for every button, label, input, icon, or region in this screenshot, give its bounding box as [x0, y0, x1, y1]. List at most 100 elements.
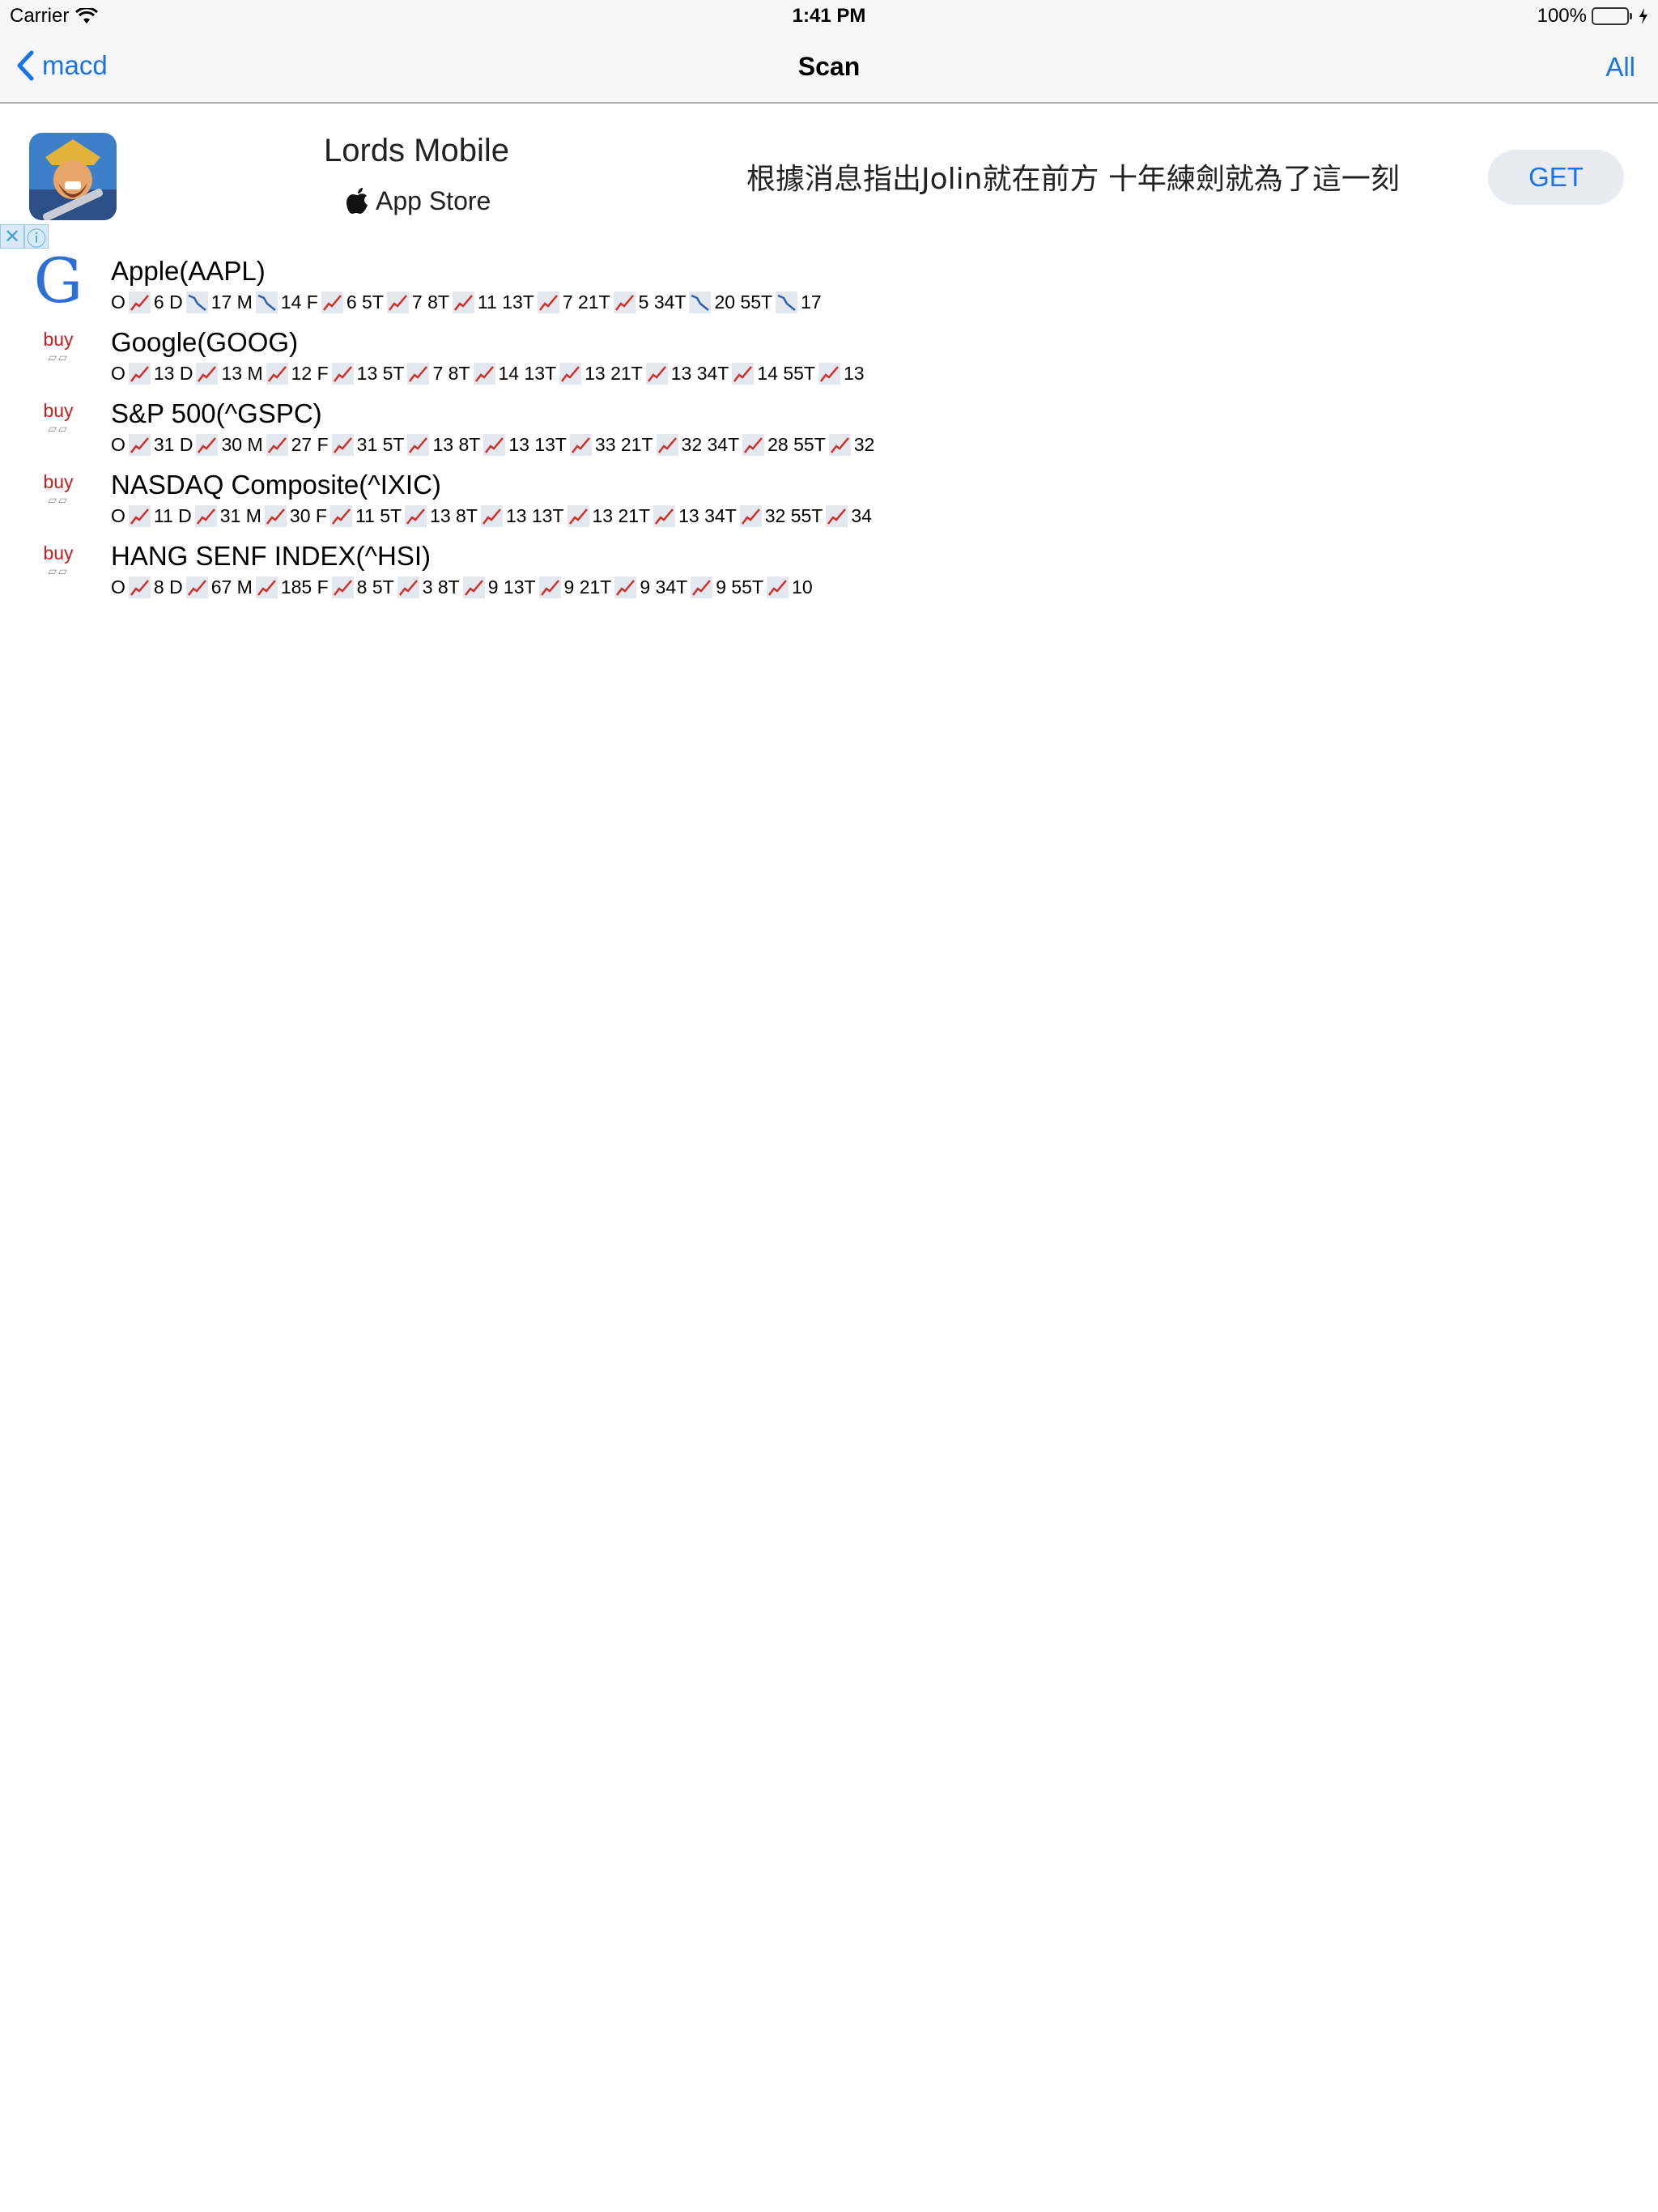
stat-token: O: [111, 576, 154, 598]
stat-label: 13 21T: [585, 363, 643, 384]
trend-up-icon: [559, 363, 582, 385]
status-bar: Carrier 1:41 PM 100%: [0, 0, 1658, 34]
trend-up-icon: [266, 363, 288, 385]
trend-up-icon: [128, 291, 151, 313]
trend-up-icon: [266, 434, 288, 456]
ticker-name: Google(GOOG): [111, 327, 299, 357]
trend-down-icon: [255, 291, 278, 313]
stat-label: 9 55T: [716, 576, 764, 598]
stat-label: O: [111, 434, 125, 455]
stat-token: 14 F: [281, 291, 346, 313]
stat-label: 13 M: [221, 363, 263, 384]
battery-percent: 100%: [1537, 5, 1587, 27]
stat-label: 13 34T: [670, 363, 729, 384]
trend-down-icon: [776, 291, 798, 313]
stat-token: 11 5T: [355, 505, 430, 527]
stat-token: 67 M: [211, 576, 281, 598]
ticker-stats: O 6 D 17 M 14 F 6 5T 7 8T 11 13T 7 21T 5 34T 20 5…: [111, 291, 822, 313]
signal-mini-icon: ▱▱: [48, 422, 69, 435]
trend-up-icon: [732, 363, 755, 385]
stat-token: 13 13T: [506, 505, 593, 527]
charging-icon: [1639, 8, 1647, 24]
trend-down-icon: [185, 291, 208, 313]
stat-token: 13 13T: [508, 434, 595, 456]
stat-label: 8 D: [153, 576, 183, 598]
trend-up-icon: [185, 576, 208, 598]
list-item[interactable]: buy ▱▱ Google(GOOG) O 13 D 13 M 12 F 13 5T 7 …: [0, 321, 1658, 392]
stat-token: 14 55T: [757, 363, 844, 385]
stat-label: O: [111, 505, 125, 526]
stat-token: 9 21T: [564, 576, 640, 598]
trend-up-icon: [645, 363, 668, 385]
stat-token: 7 8T: [432, 363, 498, 385]
trend-up-icon: [613, 291, 636, 313]
app-icon[interactable]: [29, 133, 117, 220]
battery-indicator: 100%: [1537, 5, 1648, 28]
trend-up-icon: [691, 576, 713, 598]
clock: 1:41 PM: [792, 5, 866, 27]
stat-token: 30 F: [290, 505, 355, 527]
list-item[interactable]: buy ▱▱ NASDAQ Composite(^IXIC) O 11 D 31 M…: [0, 463, 1658, 534]
list-item[interactable]: buy ▱▱ S&P 500(^GSPC) O 31 D 30 M 27 F 31 5T…: [0, 392, 1658, 463]
row-badge: buy ▱▱: [24, 468, 92, 507]
stat-label: 13 34T: [678, 505, 737, 526]
stat-label: 13 21T: [592, 505, 651, 526]
trend-up-icon: [331, 576, 354, 598]
list-item[interactable]: G Apple(AAPL) O6 D 17 M 14 F6 5T 7 8T 11 13T…: [0, 249, 1658, 321]
trend-up-icon: [264, 505, 287, 527]
list-item[interactable]: buy ▱▱ HANG SENF INDEX(^HSI) O 8 D 67 M 185…: [0, 534, 1658, 606]
trend-up-icon: [196, 434, 219, 456]
trend-up-icon: [405, 505, 427, 527]
ad-banner[interactable]: Lords Mobile App Store 根據消息指出Jolin就在前方 十…: [0, 105, 1658, 223]
stat-token: 8 D: [154, 576, 211, 598]
stat-label: 31 M: [219, 505, 261, 526]
stat-label: 28 55T: [767, 434, 826, 455]
stat-token: 10: [792, 576, 813, 598]
stat-token: O: [111, 363, 154, 385]
stat-label: 7 8T: [411, 291, 449, 313]
stat-token: 7 21T: [563, 291, 639, 313]
trend-up-icon: [321, 291, 343, 313]
signal-mini-icon: ▱▱: [48, 351, 69, 364]
stat-label: 185 F: [280, 576, 329, 598]
stat-token: 3 8T: [423, 576, 488, 598]
ticker-stats: O 13 D 13 M 12 F 13 5T 7 8T 14 13T 13 21T 13 34T…: [111, 363, 865, 385]
ticker-name: HANG SENF INDEX(^HSI): [111, 541, 432, 571]
stat-token: 13: [844, 363, 865, 385]
ad-store-text: App Store: [376, 186, 491, 215]
trend-up-icon: [537, 291, 559, 313]
trend-up-icon: [128, 576, 151, 598]
all-button[interactable]: All: [1605, 52, 1635, 83]
stat-token: 185 F: [281, 576, 357, 598]
row-badge: buy ▱▱: [24, 325, 92, 364]
ad-store-label: App Store: [346, 186, 491, 216]
stat-token: 11 13T: [478, 291, 563, 313]
trend-up-icon: [128, 363, 151, 385]
ticker-stats: O 31 D 30 M 27 F 31 5T 13 8T 13 13T 33 21T 32 34…: [111, 434, 874, 456]
trend-up-icon: [483, 434, 506, 456]
stat-label: 5 34T: [638, 291, 687, 313]
stat-label: 13 5T: [356, 363, 405, 384]
stat-label: 7 21T: [562, 291, 610, 313]
close-ad-icon[interactable]: ✕: [0, 224, 24, 249]
trend-up-icon: [386, 291, 409, 313]
trend-up-icon: [569, 434, 592, 456]
page-title: Scan: [797, 52, 861, 81]
stat-token: O: [111, 291, 154, 313]
stat-label: 34: [851, 505, 872, 526]
trend-up-icon: [196, 363, 219, 385]
stat-token: 31 5T: [357, 434, 433, 456]
trend-up-icon: [397, 576, 419, 598]
get-button[interactable]: GET: [1488, 150, 1624, 205]
stat-token: 31 D: [154, 434, 222, 456]
stat-token: 13 D: [154, 363, 222, 385]
stat-label: 9 13T: [487, 576, 536, 598]
stat-label: 13 13T: [505, 505, 564, 526]
stat-label: 3 8T: [422, 576, 460, 598]
stat-label: O: [111, 576, 125, 598]
stat-label: 32: [853, 434, 875, 455]
stat-label: O: [111, 291, 125, 313]
stat-label: 31 5T: [356, 434, 405, 455]
stat-label: 17 M: [210, 291, 253, 313]
row-badge: buy ▱▱: [24, 397, 92, 436]
